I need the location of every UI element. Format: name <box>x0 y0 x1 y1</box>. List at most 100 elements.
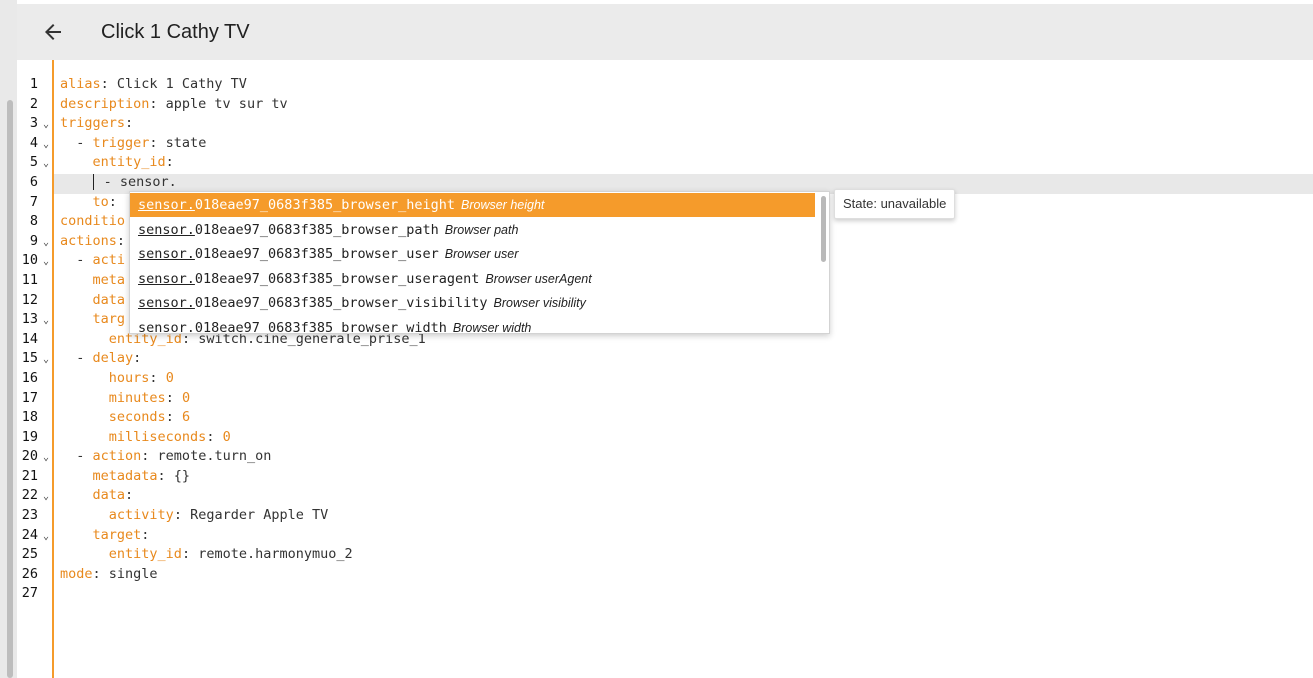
fold-chevron-icon[interactable]: ⌄ <box>43 527 49 547</box>
line-number: 25 <box>21 546 38 563</box>
yaml-value-token: : single <box>92 565 158 582</box>
autocomplete-entity-name: Browser user <box>444 247 519 262</box>
yaml-value-token <box>60 331 109 347</box>
line-number: 5 <box>29 154 38 171</box>
code-line: entity_id: remote.harmonymuo_2 <box>60 545 426 565</box>
popup-scrollbar[interactable] <box>821 196 826 262</box>
line-number-row: 23 <box>17 506 51 526</box>
yaml-value-token <box>60 154 93 170</box>
autocomplete-entity-name: Browser width <box>452 321 532 334</box>
line-number-row: 22 ⌄ <box>17 486 51 506</box>
line-number: 7 <box>29 193 38 210</box>
code-line: - sensor. <box>60 173 426 193</box>
fold-chevron-icon[interactable]: ⌄ <box>43 311 49 331</box>
yaml-value-token: : remote.turn_on <box>141 448 272 465</box>
autocomplete-item[interactable]: sensor.018eae97_0683f385_browser_visibil… <box>130 291 815 315</box>
code-line: seconds: 6 <box>60 408 426 428</box>
yaml-key-token: alias <box>60 76 101 92</box>
line-number: 11 <box>21 271 38 288</box>
yaml-value-token <box>60 468 93 484</box>
line-number-gutter: 1 2 3 ⌄ 4 ⌄ 5 ⌄ 6 7 8 9 ⌄ 10 ⌄ 11 12 13 ⌄ 14 15 ⌄ 16 17 18 19 20 ⌄ 2… <box>17 75 51 604</box>
code-line: alias: Click 1 Cathy TV <box>60 75 426 95</box>
line-number: 16 <box>21 369 38 386</box>
line-number: 21 <box>21 467 38 484</box>
yaml-value-token: - <box>60 448 93 465</box>
line-number-row: 16 <box>17 369 51 389</box>
yaml-value-token: : <box>165 389 182 406</box>
line-number-row: 7 <box>17 193 51 213</box>
top-app-bar: Click 1 Cathy TV <box>17 4 1313 60</box>
yaml-value-token: : <box>165 409 182 426</box>
yaml-value-token <box>60 311 93 327</box>
line-number-row: 11 <box>17 271 51 291</box>
autocomplete-entity-id: 018eae97_0683f385_browser_user <box>194 246 439 263</box>
yaml-value-token: : <box>116 232 126 249</box>
back-button[interactable] <box>41 20 65 44</box>
yaml-value-token <box>60 409 109 425</box>
fold-chevron-icon[interactable]: ⌄ <box>43 154 49 174</box>
code-line: entity_id: <box>60 153 426 173</box>
yaml-key-token: action <box>92 448 142 465</box>
line-number-row: 24 ⌄ <box>17 526 51 546</box>
line-number-row: 26 <box>17 565 51 585</box>
line-number: 12 <box>21 291 38 308</box>
editor-gutter-border <box>52 60 54 678</box>
line-number-row: 8 <box>17 212 51 232</box>
yaml-key-token: milliseconds <box>108 428 207 445</box>
line-number: 27 <box>21 585 38 602</box>
line-number-row: 14 <box>17 330 51 350</box>
line-number: 1 <box>29 76 38 92</box>
yaml-key-token: 6 <box>181 409 191 426</box>
fold-chevron-icon[interactable]: ⌄ <box>43 487 49 507</box>
autocomplete-item[interactable]: sensor.018eae97_0683f385_browser_userage… <box>130 267 815 291</box>
code-line: - trigger: state <box>60 134 426 154</box>
yaml-key-token: targ <box>92 311 126 328</box>
fold-chevron-icon[interactable]: ⌄ <box>43 350 49 370</box>
yaml-value-token <box>60 272 93 288</box>
yaml-key-token: 0 <box>222 428 231 445</box>
left-scroll-strip <box>0 0 17 678</box>
line-number-row: 3 ⌄ <box>17 114 51 134</box>
yaml-value-token: : remote.harmonymuo_2 <box>181 546 353 563</box>
yaml-value-token: : <box>206 428 223 445</box>
autocomplete-item[interactable]: sensor.018eae97_0683f385_browser_height B… <box>130 193 815 217</box>
yaml-key-token: conditio <box>60 213 126 230</box>
autocomplete-entity-name: Browser userAgent <box>485 271 592 286</box>
yaml-key-token: hours <box>108 369 150 386</box>
code-line: - delay: <box>60 349 426 369</box>
yaml-key-token: minutes <box>108 389 166 406</box>
yaml-value-token <box>60 292 93 308</box>
autocomplete-entity-name: Browser height <box>461 198 545 212</box>
yaml-value-token: : apple tv sur tv <box>149 95 288 112</box>
autocomplete-popup[interactable]: sensor.018eae97_0683f385_browser_height B… <box>129 191 830 334</box>
yaml-key-token: entity_id <box>92 154 166 171</box>
autocomplete-item[interactable]: sensor.018eae97_0683f385_browser_user Bro… <box>130 242 815 266</box>
line-number-row: 25 <box>17 545 51 565</box>
fold-chevron-icon[interactable]: ⌄ <box>43 252 49 272</box>
yaml-code-editor[interactable]: 1 2 3 ⌄ 4 ⌄ 5 ⌄ 6 7 8 9 ⌄ 10 ⌄ 11 12 13 ⌄ 14 15 ⌄ 16 17 18 19 20 ⌄ 2… <box>17 60 1313 678</box>
autocomplete-item[interactable]: sensor.018eae97_0683f385_browser_path Bro… <box>130 218 815 242</box>
fold-chevron-icon[interactable]: ⌄ <box>43 448 49 468</box>
page-scrollbar[interactable] <box>7 100 13 678</box>
yaml-value-token: : Click 1 Cathy TV <box>100 76 247 92</box>
autocomplete-item[interactable]: sensor.018eae97_0683f385_browser_width Br… <box>130 316 815 334</box>
fold-chevron-icon[interactable]: ⌄ <box>43 115 49 135</box>
yaml-value-token: : <box>125 487 134 504</box>
fold-chevron-icon[interactable]: ⌄ <box>43 233 49 253</box>
autocomplete-entity-name: Browser path <box>444 222 519 237</box>
fold-chevron-icon[interactable]: ⌄ <box>43 135 49 155</box>
code-line: target: <box>60 526 426 546</box>
yaml-value-token <box>60 487 93 503</box>
line-number: 4 <box>29 134 38 151</box>
line-number: 18 <box>21 409 38 426</box>
yaml-value-token: - sensor. <box>95 173 177 190</box>
yaml-value-token: - <box>60 252 93 269</box>
yaml-value-token <box>60 194 93 210</box>
code-content[interactable]: alias: Click 1 Cathy TV description: appl… <box>60 75 426 604</box>
line-number-row: 18 <box>17 408 51 428</box>
line-number: 8 <box>29 213 38 230</box>
yaml-value-token: : {} <box>157 467 191 484</box>
yaml-value-token: - <box>60 134 93 151</box>
line-number-row: 13 ⌄ <box>17 310 51 330</box>
